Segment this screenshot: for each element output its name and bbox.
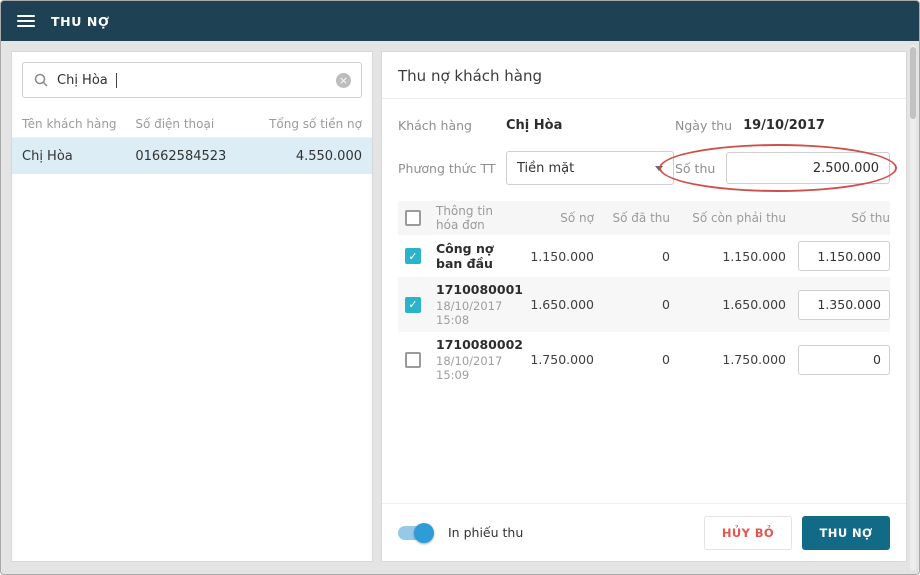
toggle-knob [414, 522, 434, 543]
invoice-debt: 1.650.000 [530, 297, 594, 312]
invoice-debt: 1.150.000 [530, 248, 594, 264]
detail-fields: Khách hàng Chị Hòa Ngày thu 19/10/2017 P… [382, 114, 906, 192]
invoice-title: 1710080001 [436, 282, 523, 297]
column-header-collect: Số thu [851, 211, 890, 225]
print-receipt-label: In phiếu thu [448, 525, 524, 540]
date-value: 19/10/2017 [743, 117, 825, 133]
column-header-invoice-info: Thông tin hóa đơn [436, 204, 493, 232]
scrollbar-thumb[interactable] [910, 47, 916, 119]
column-header-remaining: Số còn phải thu [692, 211, 786, 225]
customer-row[interactable]: Chị Hòa 01662584523 4.550.000 [12, 138, 372, 174]
invoice-datetime: 18/10/2017 15:09 [436, 354, 503, 382]
date-label: Ngày thu [675, 117, 733, 133]
detail-footer: In phiếu thu HỦY BỎ THU NỢ [382, 503, 906, 561]
payment-method-value: Tiền mặt [517, 160, 575, 176]
payment-method-label: Phương thức TT [398, 160, 496, 176]
invoice-table: Thông tin hóa đơn Số nợ Số đã thu Số còn… [398, 201, 890, 387]
invoice-checkbox[interactable] [405, 351, 421, 368]
customer-debt: 4.550.000 [295, 148, 362, 164]
column-header-debt: Số nợ [560, 211, 594, 225]
invoice-remaining: 1.750.000 [722, 352, 786, 367]
collect-amount-input[interactable] [798, 241, 890, 271]
column-header-name: Tên khách hàng [22, 116, 117, 131]
column-header-phone: Số điện thoại [135, 116, 215, 131]
detail-panel: Thu nợ khách hàng Khách hàng Chị Hòa Ngà… [381, 51, 907, 562]
column-header-paid: Số đã thu [612, 211, 670, 225]
customer-label: Khách hàng [398, 117, 472, 133]
amount-label: Số thu [675, 160, 716, 176]
vertical-scrollbar[interactable] [910, 45, 916, 570]
chevron-down-icon [655, 165, 663, 171]
detail-title: Thu nợ khách hàng [382, 52, 906, 99]
invoice-checkbox[interactable] [405, 296, 421, 313]
customer-table-header: Tên khách hàng Số điện thoại Tổng số tiề… [12, 110, 372, 138]
invoice-datetime: 18/10/2017 15:08 [436, 299, 503, 327]
invoice-title: Công nợ ban đầu [436, 241, 494, 271]
invoice-paid: 0 [662, 248, 670, 264]
text-cursor [115, 72, 117, 88]
invoice-debt: 1.750.000 [530, 352, 594, 367]
date-field: Ngày thu 19/10/2017 [675, 118, 890, 133]
invoice-row[interactable]: 1710080001 18/10/2017 15:08 1.650.000 0 … [398, 277, 890, 332]
invoice-row[interactable]: Công nợ ban đầu 1.150.000 0 1.150.000 [398, 235, 890, 277]
print-receipt-toggle[interactable] [398, 522, 434, 543]
clear-search-icon[interactable]: × [336, 72, 351, 88]
invoice-row[interactable]: 1710080002 18/10/2017 15:09 1.750.000 0 … [398, 332, 890, 387]
page-title: THU NỢ [51, 13, 110, 29]
invoice-checkbox[interactable] [405, 248, 421, 264]
topbar: THU NỢ [1, 1, 919, 41]
collect-debt-button[interactable]: THU NỢ [802, 515, 890, 550]
payment-field-row: Phương thức TT Tiền mặt Số thu [398, 144, 897, 192]
search-icon [34, 73, 48, 87]
amount-field: Số thu [659, 144, 897, 192]
collect-amount-input[interactable] [798, 344, 890, 375]
invoice-paid: 0 [662, 352, 670, 367]
customer-value: Chị Hòa [506, 117, 563, 133]
invoice-remaining: 1.150.000 [722, 248, 786, 264]
app-window: THU NỢ Chị Hòa × Tên khách hàng Số điện … [0, 0, 920, 575]
invoice-paid: 0 [662, 297, 670, 312]
invoice-table-header: Thông tin hóa đơn Số nợ Số đã thu Số còn… [398, 201, 890, 235]
search-value[interactable]: Chị Hòa [57, 73, 108, 88]
cancel-button[interactable]: HỦY BỎ [704, 515, 792, 550]
payment-method-select[interactable]: Tiền mặt [506, 151, 674, 185]
customer-field-row: Khách hàng Chị Hòa Ngày thu 19/10/2017 [398, 114, 890, 136]
search-input[interactable]: Chị Hòa × [22, 62, 362, 98]
customer-phone: 01662584523 [135, 148, 227, 164]
amount-input[interactable] [726, 152, 890, 184]
select-all-checkbox[interactable] [405, 210, 421, 226]
invoice-rows: Công nợ ban đầu 1.150.000 0 1.150.000 [398, 235, 890, 387]
customer-panel: Chị Hòa × Tên khách hàng Số điện thoại T… [11, 51, 373, 562]
collect-amount-input[interactable] [798, 289, 890, 320]
invoice-title: 1710080002 [436, 337, 523, 352]
menu-icon[interactable] [17, 15, 35, 27]
column-header-debt: Tổng số tiền nợ [269, 116, 362, 131]
customer-name: Chị Hòa [22, 148, 73, 164]
invoice-remaining: 1.650.000 [722, 297, 786, 312]
